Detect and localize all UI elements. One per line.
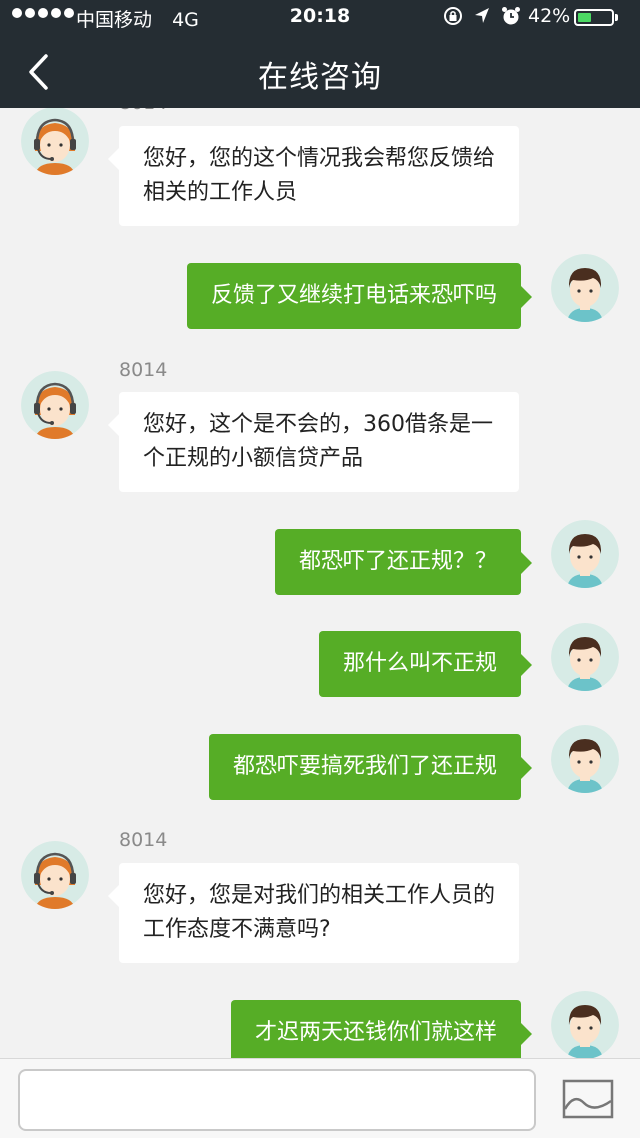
agent-avatar[interactable]	[21, 371, 89, 439]
agent-message: 您好，您的这个情况我会帮您反馈给相关的工作人员	[108, 126, 519, 226]
user-message: 那什么叫不正规	[318, 631, 533, 697]
agent-avatar[interactable]	[21, 841, 89, 909]
user-avatar[interactable]	[551, 725, 619, 793]
battery-icon	[574, 9, 614, 26]
user-avatar[interactable]	[551, 623, 619, 691]
lock-rotation-icon	[444, 7, 462, 25]
page-title: 在线咨询	[258, 60, 382, 95]
status-bar: 中国移动 4G 20:18 42%	[0, 0, 640, 36]
user-avatar[interactable]	[551, 520, 619, 588]
alarm-icon	[502, 7, 520, 25]
user-avatar[interactable]	[551, 991, 619, 1058]
user-message: 都恐吓要搞死我们了还正规	[208, 734, 533, 800]
nav-bar: 在线咨询	[0, 36, 640, 108]
send-image-button[interactable]	[562, 1079, 614, 1119]
chat-history[interactable]: 8014 您好，您的这个情况我会帮您反馈给相关的工作人员 反馈了又继续打电话来恐…	[0, 108, 640, 1058]
composer-bar	[0, 1058, 640, 1138]
user-avatar[interactable]	[551, 254, 619, 322]
sender-label: 8014	[119, 108, 167, 114]
location-arrow-icon	[475, 8, 489, 23]
agent-message: 您好，您是对我们的相关工作人员的工作态度不满意吗?	[108, 863, 519, 963]
sender-label: 8014	[119, 829, 168, 851]
agent-avatar[interactable]	[21, 108, 89, 175]
user-message: 都恐吓了还正规？？	[274, 529, 533, 595]
agent-message: 您好，这个是不会的，360借条是一个正规的小额信贷产品	[108, 392, 519, 492]
user-message: 才迟两天还钱你们就这样	[230, 1000, 533, 1058]
message-input[interactable]	[18, 1069, 536, 1131]
image-icon	[562, 1079, 614, 1119]
battery-level	[578, 13, 592, 22]
sender-label: 8014	[119, 359, 168, 381]
top-bar: 中国移动 4G 20:18 42% 在线咨询	[0, 0, 640, 108]
battery-percent: 42%	[528, 5, 571, 27]
user-message: 反馈了又继续打电话来恐吓吗	[186, 263, 533, 329]
